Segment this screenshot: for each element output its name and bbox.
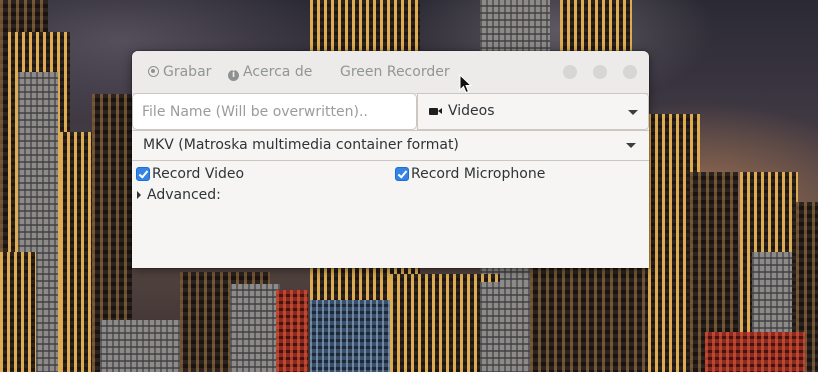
building [0, 252, 36, 372]
window-title: Green Recorder [340, 64, 450, 80]
checkbox-checked-icon[interactable] [395, 167, 409, 181]
building [310, 300, 390, 372]
about-button[interactable]: i Acerca de [228, 63, 312, 81]
header-bar[interactable]: Grabar i Acerca de Green Recorder [132, 51, 649, 94]
about-button-label: Acerca de [243, 64, 313, 80]
maximize-button[interactable] [593, 65, 607, 79]
record-icon [148, 66, 159, 77]
checkbox-checked-icon[interactable] [136, 167, 150, 181]
record-video-label: Record Video [152, 166, 245, 182]
format-combo-label: MKV (Matroska multimedia container forma… [143, 137, 459, 153]
building [230, 284, 280, 372]
close-button[interactable] [623, 65, 637, 79]
record-button[interactable]: Grabar [148, 63, 211, 81]
format-combo[interactable]: MKV (Matroska multimedia container forma… [132, 130, 649, 161]
video-camera-icon [429, 108, 442, 115]
chevron-down-icon [626, 143, 636, 148]
chevron-right-icon [137, 191, 141, 199]
building [705, 332, 805, 372]
record-button-label: Grabar [163, 64, 212, 80]
advanced-expander-label: Advanced: [147, 187, 221, 203]
folder-chooser[interactable]: Videos [417, 93, 649, 130]
mouse-cursor-icon [459, 74, 473, 94]
file-name-input[interactable] [132, 93, 417, 130]
folder-chooser-label: Videos [448, 103, 495, 119]
info-icon: i [228, 70, 239, 81]
building [276, 290, 308, 372]
chevron-down-icon [628, 110, 638, 115]
record-microphone-label: Record Microphone [411, 166, 546, 182]
green-recorder-window: Grabar iAcerca de Green Recorder Videos … [132, 51, 649, 268]
minimize-button[interactable] [563, 65, 577, 79]
